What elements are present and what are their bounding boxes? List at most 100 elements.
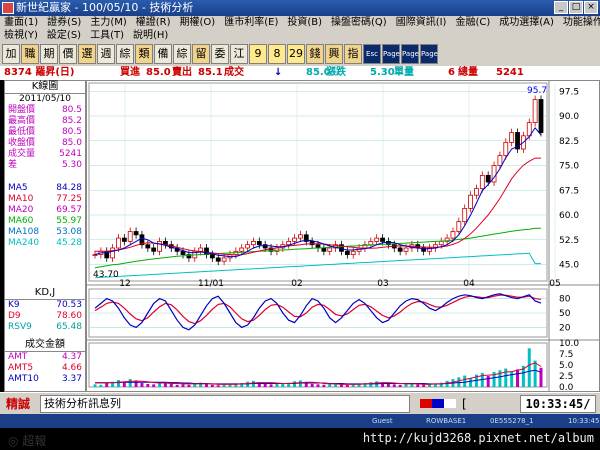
menu-item-1[interactable]: 證券(S) <box>47 16 81 29</box>
kline-value: 80.5 <box>61 105 82 115</box>
menu-item2-3[interactable]: 說明(H) <box>133 29 168 42</box>
toolbar-icon-3[interactable]: Page Size <box>420 44 438 76</box>
kd-legend: KD,J K9 70.53 D9 78.60 RSV9 65.48 <box>5 287 85 333</box>
close-button[interactable]: × <box>584 1 598 14</box>
kline-row: 最高價 85.2 <box>5 116 85 127</box>
menu-item-10[interactable]: 成功選擇(A) <box>499 16 554 29</box>
toolbar-button2-2[interactable]: 指 <box>344 44 362 64</box>
month-label: 04 <box>463 279 475 289</box>
candle-body <box>92 254 98 257</box>
amount-bar <box>152 384 156 387</box>
candle-body <box>468 194 473 209</box>
toolbar-button-2[interactable]: 期 <box>40 44 58 64</box>
amount-bar <box>99 384 103 387</box>
taskbar-user: Guest <box>372 417 393 425</box>
stock-chart[interactable]: 97.5 90.0 82.5 75.0 67.5 60.0 52.5 45.0 12 11/01 0… <box>87 81 599 393</box>
menu-item-8[interactable]: 國際資訊(I) <box>396 16 447 29</box>
amount-tick-label: 0.0 <box>559 383 574 391</box>
candle-body <box>479 175 485 190</box>
toolbar-button-11[interactable]: 委 <box>211 44 229 64</box>
kline-label: 最高價 <box>8 116 36 126</box>
brand-label: 精誠 <box>6 397 31 411</box>
ma-value: 84.28 <box>56 183 82 193</box>
amount-bar <box>539 367 543 387</box>
menu-item-3[interactable]: 權證(R) <box>136 16 171 29</box>
amount-bar <box>175 384 179 387</box>
totvol-label: 總量 <box>458 67 478 78</box>
candle-body <box>397 247 403 252</box>
toolbar-button-7[interactable]: 類 <box>135 44 153 64</box>
ma-value: 53.08 <box>56 227 82 237</box>
menu-item-2[interactable]: 主力(M) <box>90 16 126 29</box>
amount-tick-label: 10.0 <box>559 339 579 349</box>
taskbar-id: 0E555278_1 <box>490 417 534 425</box>
toolbar-num-1[interactable]: 8 <box>268 44 286 64</box>
menu-item-9[interactable]: 金融(C) <box>455 16 490 29</box>
toolbar-button-8[interactable]: 備 <box>154 44 172 64</box>
amount-bar <box>93 384 97 387</box>
kline-label: 最低價 <box>8 127 36 137</box>
kd-value: 65.48 <box>56 322 82 332</box>
candle-body <box>503 142 509 157</box>
price-tick-label: 52.5 <box>559 236 579 246</box>
vol-value: 6 <box>448 67 455 78</box>
menu-item2-1[interactable]: 設定(S) <box>47 29 81 42</box>
candle-body <box>380 237 385 242</box>
toolbar-button-9[interactable]: 綜 <box>173 44 191 64</box>
month-label: 12 <box>119 279 130 289</box>
candle-body <box>157 240 162 252</box>
toolbar-button-4[interactable]: 選 <box>78 44 96 64</box>
toolbar-button-3[interactable]: 價 <box>59 44 77 64</box>
kline-label: 成交量 <box>8 149 36 159</box>
candle-body <box>450 231 456 239</box>
toolbar-icon-0[interactable]: Esc <box>363 44 381 64</box>
amount-bar <box>293 381 297 387</box>
chart-area[interactable]: 97.5 90.0 82.5 75.0 67.5 60.0 52.5 45.0 12 11/01 0… <box>86 80 600 393</box>
ma-label: MA20 <box>8 205 34 215</box>
ma-value: 45.28 <box>56 238 82 248</box>
menu-item-5[interactable]: 匯市利率(E) <box>224 16 278 29</box>
menu-item2-0[interactable]: 檢視(Y) <box>4 29 38 42</box>
toolbar-button-0[interactable]: 加 <box>2 44 20 64</box>
toolbar-button-10[interactable]: 留 <box>192 44 210 64</box>
toolbar-button-6[interactable]: 綜 <box>116 44 134 64</box>
toolbar-button-5[interactable]: 週 <box>97 44 115 64</box>
menu-bar: 畫面(1) 證券(S) 主力(M) 權證(R) 期權(O) 匯市利率(E) 投資(B) 操盤密… <box>0 16 600 42</box>
amount-bar <box>116 379 120 387</box>
ma-label: MA5 <box>8 183 28 193</box>
candle-body <box>456 221 462 232</box>
indicator-panel: K線圖 2011/05/10 開盤價 80.5 最高價 85.2 最低價 80.5 收盤價 8… <box>4 80 86 392</box>
menu-item-11[interactable]: 功能操作(E) <box>563 16 600 29</box>
amount-bar <box>398 384 402 387</box>
candle-body <box>327 247 333 252</box>
ask-value: 85.1 <box>198 67 223 78</box>
menu-item-6[interactable]: 投資(B) <box>287 16 322 29</box>
toolbar-button2-1[interactable]: 興 <box>325 44 343 64</box>
toolbar-icon-2[interactable]: Page Down <box>401 44 422 76</box>
footer: ◎ 超報 http://kujd3268.pixnet.net/album <box>0 428 600 450</box>
toolbar-button2-0[interactable]: 錢 <box>306 44 324 64</box>
amount-tick-label: 7.5 <box>559 350 573 360</box>
price-tick-label: 82.5 <box>559 137 579 147</box>
menu-item-4[interactable]: 期權(O) <box>180 16 216 29</box>
ask-label: 賣出 <box>172 67 192 78</box>
kline-row: 成交量 5241 <box>5 149 85 160</box>
toolbar-icon-1[interactable]: Page Up <box>382 44 400 76</box>
ma-value: 55.97 <box>56 216 82 226</box>
maximize-button[interactable]: □ <box>569 1 583 14</box>
toolbar-num-2[interactable]: 29 <box>287 44 305 64</box>
toolbar-button-1[interactable]: 職 <box>21 44 39 64</box>
toolbar-button-12[interactable]: 江 <box>230 44 248 64</box>
status-bar: 精誠 技術分析訊息列 [ 10:33:45/ <box>0 392 600 414</box>
menu-item2-2[interactable]: 工具(T) <box>90 29 124 42</box>
kline-value: 80.5 <box>61 127 82 137</box>
menu-item-0[interactable]: 畫面(1) <box>4 16 38 29</box>
toolbar-num-0[interactable]: 9 <box>249 44 267 64</box>
kline-date: 2011/05/10 <box>19 94 71 104</box>
clock-sep: / <box>583 397 591 411</box>
kline-value: 85.0 <box>61 138 82 148</box>
minimize-button[interactable]: _ <box>554 1 568 14</box>
candle-body <box>374 237 380 242</box>
menu-item-7[interactable]: 操盤密碼(Q) <box>331 16 387 29</box>
amount-bar <box>298 380 302 387</box>
